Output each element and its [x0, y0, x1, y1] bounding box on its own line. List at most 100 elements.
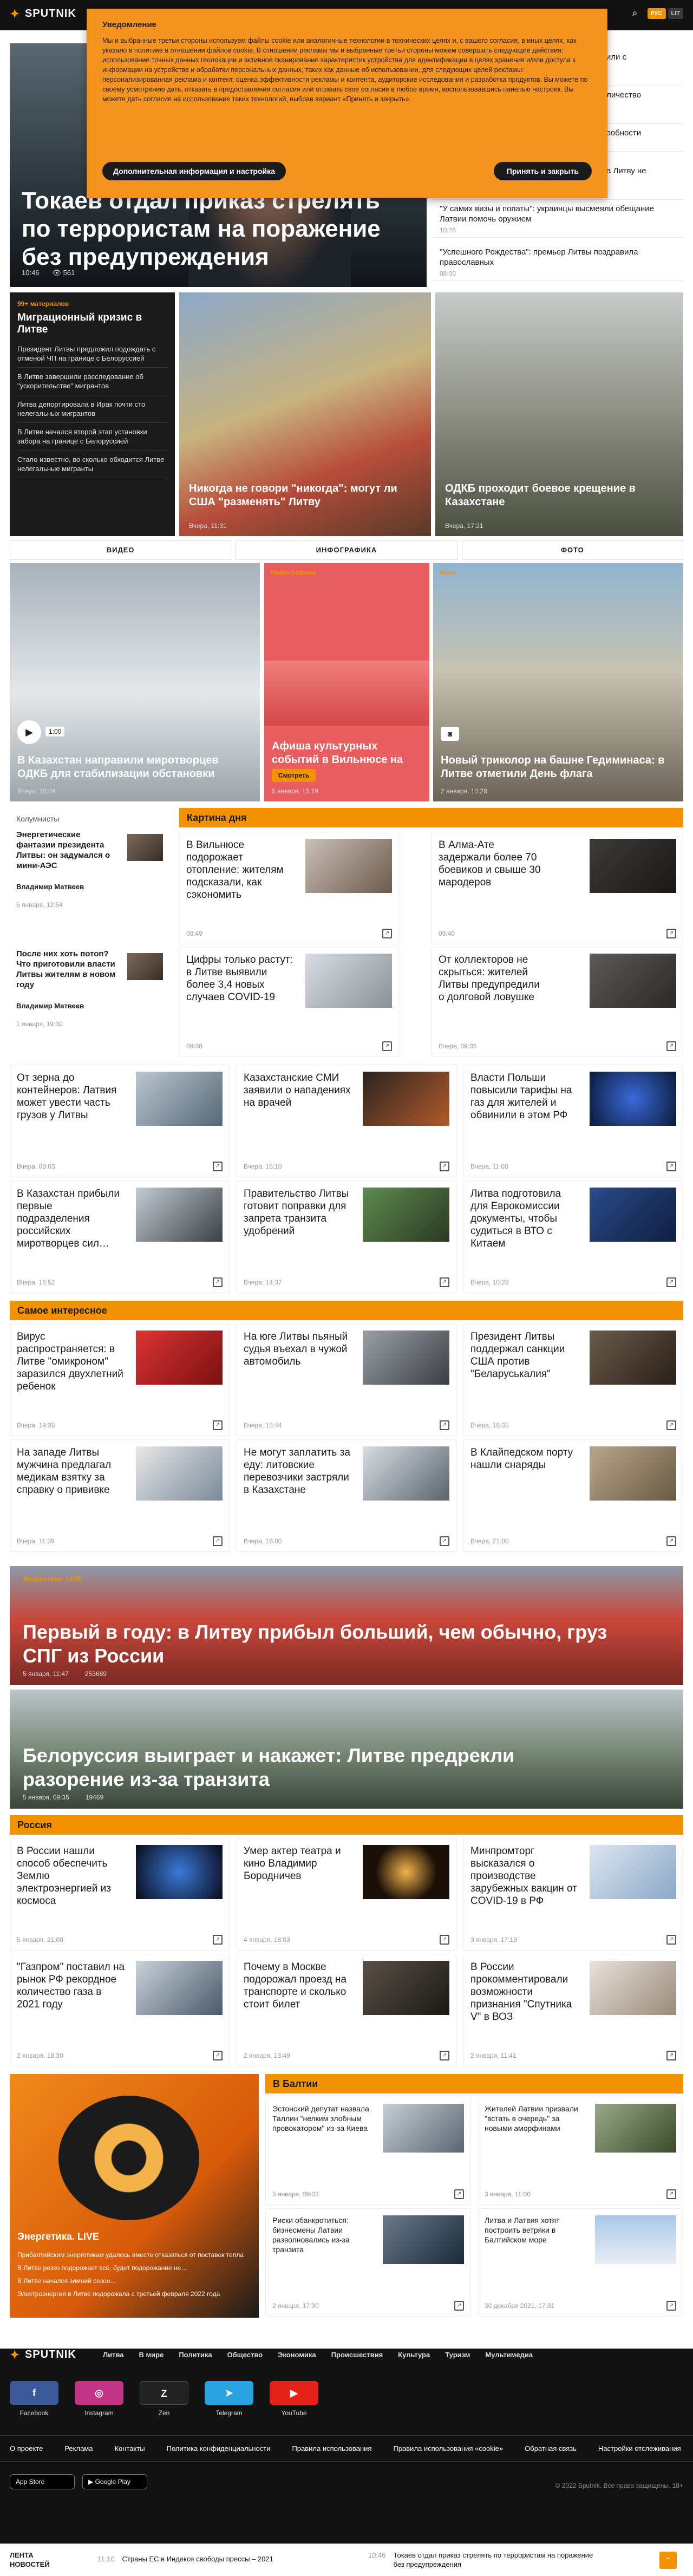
share-icon[interactable]: ↗: [666, 1041, 676, 1051]
side-news-item[interactable]: "Успешного Рождества": премьер Литвы поз…: [433, 244, 683, 281]
news-title[interactable]: Вирус распространяется: в Литве "омикрон…: [17, 1331, 125, 1393]
video-title[interactable]: В Казахстан направили миротворцев ОДКБ д…: [17, 754, 250, 781]
google-play-button[interactable]: ▶ Google Play: [82, 2474, 147, 2489]
share-icon[interactable]: ↗: [666, 1420, 676, 1430]
columnist-title[interactable]: Энергетические фантазии президента Литвы…: [16, 830, 119, 871]
chevron-up-icon[interactable]: ⌃: [659, 2552, 677, 2569]
news-item[interactable]: В Клайпедском порту нашли снаряды Вчера, …: [463, 1439, 683, 1552]
footer-nav-item[interactable]: Культура: [398, 2351, 430, 2359]
news-item[interactable]: В России прокомментировали возможности п…: [463, 1954, 683, 2066]
share-icon[interactable]: ↗: [440, 1536, 449, 1546]
side-news-title[interactable]: "Успешного Рождества": премьер Литвы поз…: [440, 247, 662, 268]
columnist-author[interactable]: Владимир Матвеев: [16, 1002, 84, 1010]
social-facebook[interactable]: f Facebook: [10, 2381, 58, 2417]
news-title[interactable]: В России нашли способ обеспечить Землю э…: [17, 1845, 125, 1907]
ticker-label[interactable]: ЛЕНТА НОВОСТЕЙ: [10, 2551, 75, 2569]
footer-link[interactable]: Правила использования «cookie»: [393, 2444, 503, 2453]
news-title[interactable]: На юге Литвы пьяный судья въехал в чужой…: [244, 1331, 352, 1368]
share-icon[interactable]: ↗: [213, 1935, 223, 1945]
lang-ru[interactable]: РУС: [647, 8, 666, 19]
wide-news-card[interactable]: Энергетика. LIVE Первый в году: в Литву …: [10, 1566, 683, 1685]
news-title[interactable]: Власти Польши повысили тарифы на газ для…: [470, 1072, 579, 1121]
share-icon[interactable]: ↗: [666, 1935, 676, 1945]
news-item[interactable]: Эстонский депутат назвала Таллин "нелким…: [265, 2097, 471, 2205]
news-item[interactable]: Казахстанские СМИ заявили о нападениях н…: [237, 1065, 456, 1177]
news-item[interactable]: "Газпром" поставил на рынок РФ рекордное…: [10, 1954, 230, 2066]
news-item[interactable]: Литва подготовила для Еврокомиссии докум…: [463, 1181, 683, 1293]
news-title[interactable]: В России прокомментировали возможности п…: [470, 1961, 579, 2023]
news-card[interactable]: Никогда не говори "никогда": могут ли СШ…: [179, 292, 431, 536]
share-icon[interactable]: ↗: [666, 1277, 676, 1287]
news-title[interactable]: Жителей Латвии призвали "встать в очеред…: [485, 2104, 582, 2133]
share-icon[interactable]: ↗: [382, 1041, 392, 1051]
facebook-icon[interactable]: f: [10, 2381, 58, 2405]
footer-nav-item[interactable]: В мире: [139, 2351, 164, 2359]
energy-live-item[interactable]: Электроэнергия в Литве подорожала с трет…: [17, 2287, 250, 2300]
footer-nav-item[interactable]: Литва: [103, 2351, 124, 2359]
news-title[interactable]: От коллекторов не скрыться: жителей Литв…: [439, 954, 547, 1003]
footer-link[interactable]: Политика конфиденциальности: [167, 2444, 271, 2453]
share-icon[interactable]: ↗: [666, 2189, 676, 2199]
news-title[interactable]: Президент Литвы поддержал санкции США пр…: [470, 1331, 579, 1380]
news-title[interactable]: В Казахстан прибыли первые подразделения…: [17, 1188, 125, 1250]
side-news-item[interactable]: "У самих визы и попаты": украинцы высмея…: [433, 200, 683, 238]
lang-lt[interactable]: LIT: [668, 8, 683, 19]
play-icon[interactable]: ▶: [17, 720, 41, 744]
footer-nav-item[interactable]: Политика: [179, 2351, 212, 2359]
news-title[interactable]: Литва подготовила для Еврокомиссии докум…: [470, 1188, 579, 1250]
social-youtube[interactable]: ▶ YouTube: [270, 2381, 318, 2417]
share-icon[interactable]: ↗: [213, 1420, 223, 1430]
ticker-item[interactable]: 11:10 Страны ЕС в Индексе свободы прессы…: [97, 2555, 273, 2563]
news-title[interactable]: От зерна до контейнеров: Латвия может ув…: [17, 1072, 125, 1121]
sputnik-logo[interactable]: ✦ SPUTNIK: [10, 8, 76, 20]
social-zen[interactable]: Z Zen: [140, 2381, 188, 2417]
migration-item[interactable]: Президент Литвы предложил подождать с от…: [17, 340, 167, 368]
news-item[interactable]: Умер актер театра и кино Владимир Бородн…: [237, 1838, 456, 1951]
cookie-accept-button[interactable]: Принять и закрыть: [493, 162, 592, 180]
news-card-title[interactable]: Никогда не говори "никогда": могут ли СШ…: [189, 482, 416, 509]
migration-title[interactable]: Миграционный кризис в Литве: [17, 312, 167, 336]
ticker-text[interactable]: Токаев отдал приказ стрелять по террорис…: [394, 2551, 596, 2569]
news-title[interactable]: В Клайпедском порту нашли снаряды: [470, 1446, 579, 1471]
share-icon[interactable]: ↗: [666, 929, 676, 938]
news-item[interactable]: Почему в Москве подорожал проезд на тран…: [237, 1954, 456, 2066]
footer-link[interactable]: Настройки отслеживания: [598, 2444, 681, 2453]
footer-link[interactable]: О проекте: [10, 2444, 43, 2453]
news-title[interactable]: Минпромторг высказался о производстве за…: [470, 1845, 579, 1907]
photo-card[interactable]: Фото ◙ Новый триколор на башне Гедиминас…: [433, 563, 683, 801]
footer-nav-item[interactable]: Туризм: [445, 2351, 470, 2359]
telegram-icon[interactable]: ➤: [205, 2381, 253, 2405]
news-item[interactable]: В Алма-Ате задержали более 70 боевиков и…: [432, 832, 683, 944]
share-icon[interactable]: ↗: [454, 2189, 464, 2199]
youtube-icon[interactable]: ▶: [270, 2381, 318, 2405]
news-card[interactable]: ОДКБ проходит боевое крещение в Казахста…: [435, 292, 683, 536]
tab-photo[interactable]: ФОТО: [461, 540, 683, 560]
video-card[interactable]: ▶ 1:00 В Казахстан направили миротворцев…: [10, 563, 260, 801]
news-item[interactable]: В Казахстан прибыли первые подразделения…: [10, 1181, 230, 1293]
social-telegram[interactable]: ➤ Telegram: [205, 2381, 253, 2417]
columnist-item[interactable]: После них хоть потоп? Что приготовили вл…: [16, 949, 168, 1068]
footer-link[interactable]: Контакты: [114, 2444, 145, 2453]
footer-link[interactable]: Реклама: [64, 2444, 93, 2453]
share-icon[interactable]: ↗: [213, 1277, 223, 1287]
instagram-icon[interactable]: ◎: [75, 2381, 123, 2405]
footer-logo[interactable]: ✦ SPUTNIK: [10, 2349, 76, 2361]
news-item[interactable]: В Вильнюсе подорожает отопление: жителям…: [179, 832, 399, 944]
tab-video[interactable]: ВИДЕО: [10, 540, 232, 560]
news-item[interactable]: На юге Литвы пьяный судья въехал в чужой…: [237, 1323, 456, 1436]
news-item[interactable]: Правительство Литвы готовит поправки для…: [237, 1181, 456, 1293]
share-icon[interactable]: ↗: [213, 1162, 223, 1171]
footer-link[interactable]: Правила использования: [292, 2444, 371, 2453]
share-icon[interactable]: ↗: [666, 1536, 676, 1546]
footer-nav-item[interactable]: Экономика: [278, 2351, 316, 2359]
footer-nav-item[interactable]: Происшествия: [331, 2351, 383, 2359]
migration-item[interactable]: Литва депортировала в Ирак почти сто нел…: [17, 395, 167, 423]
energy-live-item[interactable]: В Литве начался зимний сезон…: [17, 2274, 250, 2287]
news-card-title[interactable]: ОДКБ проходит боевое крещение в Казахста…: [445, 482, 672, 509]
news-item[interactable]: Риски обанкротиться: бизнесмены Латвии р…: [265, 2208, 471, 2317]
news-title[interactable]: В Алма-Ате задержали более 70 боевиков и…: [439, 839, 547, 889]
news-item[interactable]: От коллекторов не скрыться: жителей Литв…: [432, 947, 683, 1057]
news-item[interactable]: Цифры только растут: в Литве выявили бол…: [179, 947, 399, 1057]
share-icon[interactable]: ↗: [213, 1536, 223, 1546]
columnist-title[interactable]: После них хоть потоп? Что приготовили вл…: [16, 949, 119, 990]
